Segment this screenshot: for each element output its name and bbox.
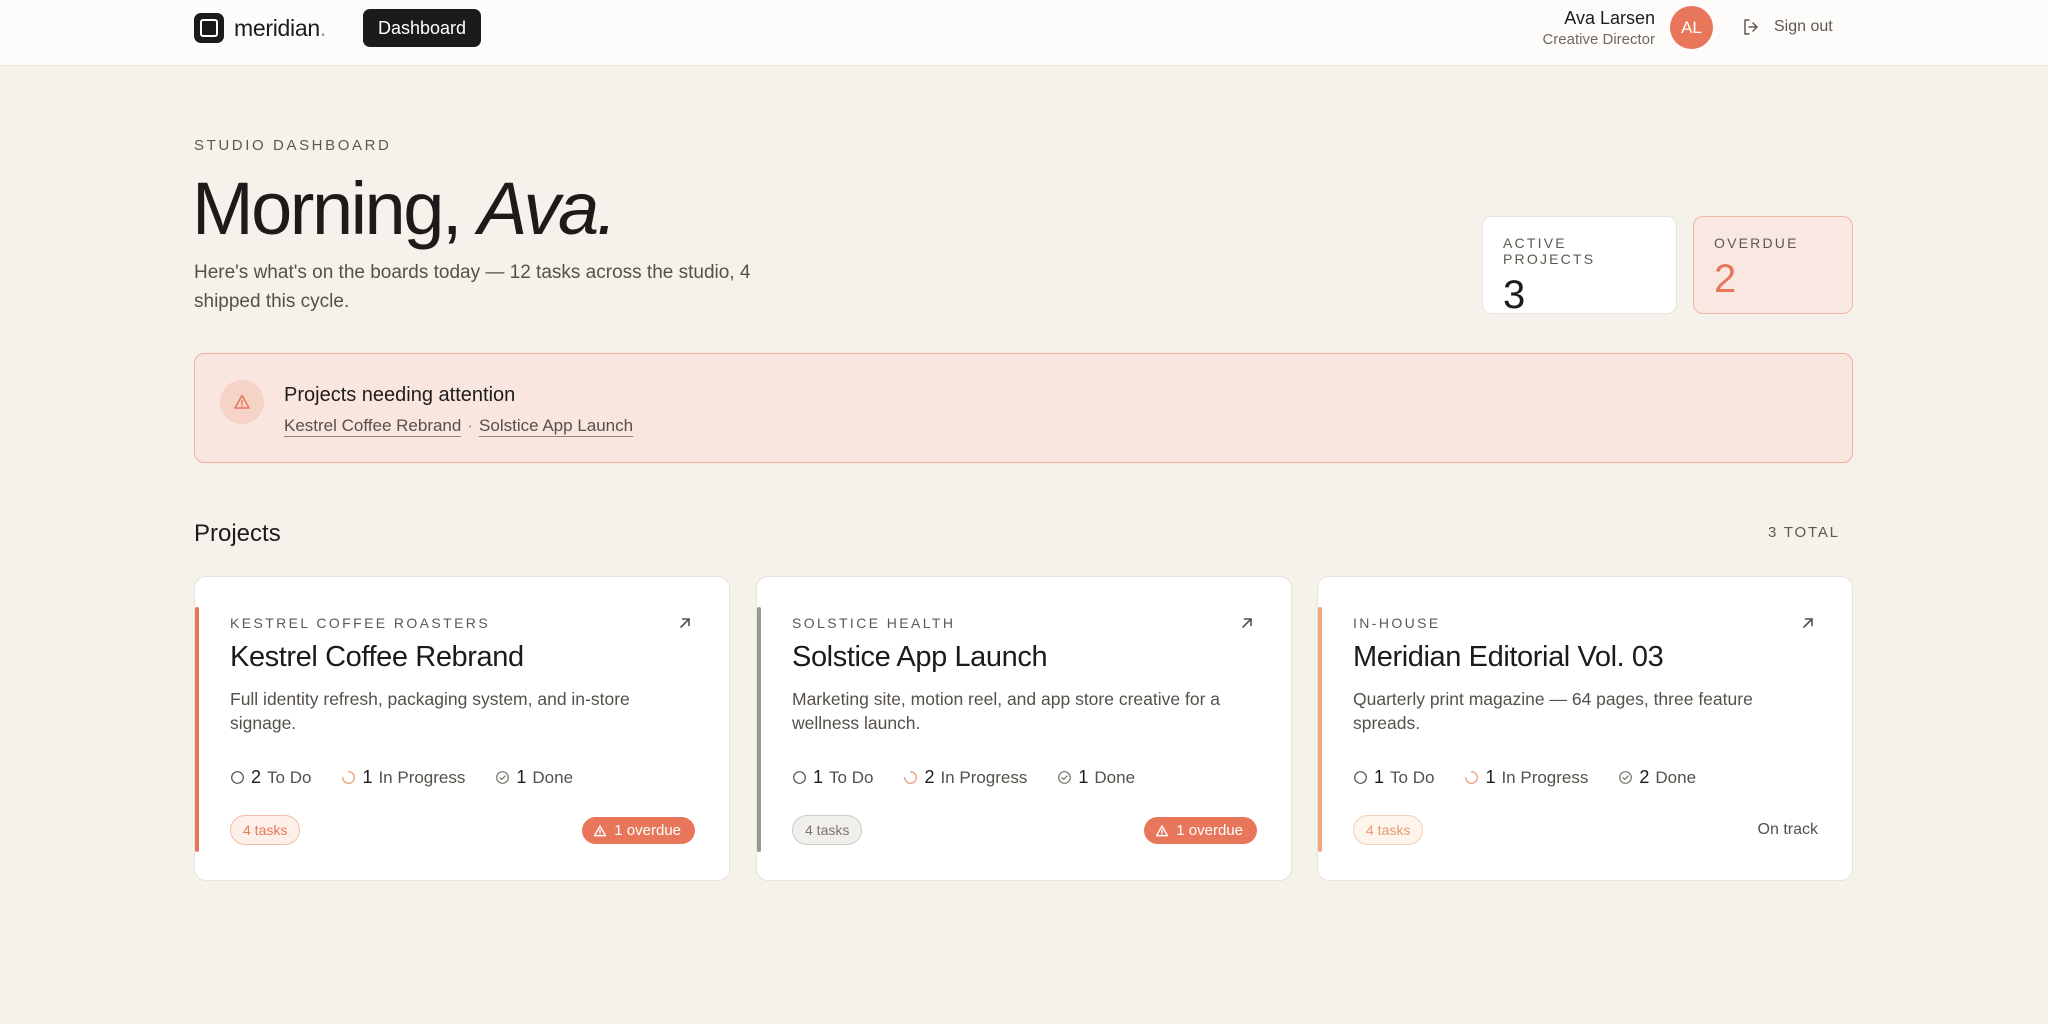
logo-text: meridian	[234, 14, 320, 41]
warning-icon	[594, 824, 607, 836]
count-done: 2 Done	[1618, 767, 1696, 788]
user-role: Creative Director	[1542, 31, 1655, 48]
arrow-up-right-icon[interactable]	[1800, 615, 1816, 631]
card-title: Solstice App Launch	[792, 641, 1048, 673]
count-todo: 1 To Do	[792, 767, 873, 788]
user-name: Ava Larsen	[1564, 8, 1655, 28]
arrow-up-right-icon[interactable]	[677, 615, 693, 631]
overdue-badge: 1 overdue	[1144, 817, 1257, 844]
project-card-meridian-editorial[interactable]: IN-HOUSE Meridian Editorial Vol. 03 Quar…	[1317, 576, 1853, 881]
logo-mark-icon	[194, 13, 224, 43]
greeting-name: Ava.	[477, 167, 617, 250]
warning-icon	[1156, 824, 1169, 836]
attention-alert: Projects needing attention Kestrel Coffe…	[194, 353, 1853, 463]
alert-link-kestrel[interactable]: Kestrel Coffee Rebrand	[284, 416, 462, 437]
warning-icon	[220, 380, 264, 424]
stat-active-projects: ACTIVE PROJECTS 3	[1482, 216, 1677, 317]
progress-icon	[1465, 771, 1479, 784]
greeting-prefix: Morning,	[192, 167, 462, 250]
nav-dashboard-button[interactable]: Dashboard	[363, 9, 482, 47]
card-accent-bar	[195, 607, 199, 852]
sign-out-button[interactable]: Sign out	[1742, 14, 1833, 40]
circle-icon	[1354, 771, 1367, 784]
stat-value: 3	[1503, 273, 1526, 317]
overdue-badge: 1 overdue	[582, 817, 695, 844]
status-on-track: On track	[1757, 821, 1818, 838]
project-card-kestrel[interactable]: KESTREL COFFEE ROASTERS Kestrel Coffee R…	[194, 576, 730, 881]
stat-label: ACTIVE PROJECTS	[1503, 235, 1596, 267]
logo-dot: .	[319, 14, 326, 41]
circle-icon	[231, 771, 244, 784]
card-description: Marketing site, motion reel, and app sto…	[792, 689, 1220, 733]
task-count-pill: 4 tasks	[792, 815, 863, 845]
count-todo: 2 To Do	[230, 767, 311, 788]
check-circle-icon	[1619, 771, 1633, 784]
avatar[interactable]: AL	[1670, 6, 1713, 49]
card-client: SOLSTICE HEALTH	[792, 615, 956, 631]
stat-label: OVERDUE	[1714, 235, 1799, 251]
task-count-pill: 4 tasks	[230, 815, 301, 845]
projects-total: 3 TOTAL	[1768, 524, 1840, 541]
sign-out-icon	[1744, 19, 1758, 35]
card-client: IN-HOUSE	[1353, 615, 1441, 631]
project-card-solstice[interactable]: SOLSTICE HEALTH Solstice App Launch Mark…	[756, 576, 1292, 881]
card-task-counts: 2 To Do 1 In Progress 1 Done	[230, 767, 603, 788]
check-circle-icon	[1058, 771, 1072, 784]
card-task-counts: 1 To Do 1 In Progress 2 Done	[1353, 767, 1726, 788]
page-summary: Here's what's on the boards today — 12 t…	[194, 262, 751, 312]
progress-icon	[342, 771, 356, 784]
sign-out-label: Sign out	[1774, 18, 1833, 35]
arrow-up-right-icon[interactable]	[1239, 615, 1255, 631]
count-in-progress: 2 In Progress	[903, 767, 1027, 788]
count-done: 1 Done	[1057, 767, 1135, 788]
card-client: KESTREL COFFEE ROASTERS	[230, 615, 491, 631]
card-description: Full identity refresh, packaging system,…	[230, 689, 630, 733]
card-accent-bar	[757, 607, 761, 852]
projects-heading: Projects	[194, 520, 281, 547]
stat-value: 2	[1714, 257, 1737, 301]
page-eyebrow: STUDIO DASHBOARD	[194, 137, 392, 154]
circle-icon	[793, 771, 806, 784]
card-title: Kestrel Coffee Rebrand	[230, 641, 524, 673]
alert-separator: ·	[467, 416, 474, 435]
alert-title: Projects needing attention	[284, 384, 516, 406]
stat-overdue: OVERDUE 2	[1693, 216, 1853, 314]
card-task-counts: 1 To Do 2 In Progress 1 Done	[792, 767, 1165, 788]
brand-logo[interactable]: meridian.	[194, 13, 326, 43]
card-title: Meridian Editorial Vol. 03	[1353, 641, 1664, 673]
alert-links: Kestrel Coffee Rebrand · Solstice App Laun…	[284, 416, 634, 437]
task-count-pill: 4 tasks	[1353, 815, 1424, 845]
card-accent-bar	[1318, 607, 1322, 852]
page-title: Morning, Ava.	[192, 166, 617, 252]
count-in-progress: 1 In Progress	[341, 767, 465, 788]
alert-link-solstice[interactable]: Solstice App Launch	[479, 416, 634, 437]
count-in-progress: 1 In Progress	[1464, 767, 1588, 788]
card-description: Quarterly print magazine — 64 pages, thr…	[1353, 689, 1753, 733]
count-todo: 1 To Do	[1353, 767, 1434, 788]
count-done: 1 Done	[495, 767, 573, 788]
check-circle-icon	[496, 771, 510, 784]
progress-icon	[904, 771, 918, 784]
user-info: Ava Larsen Creative Director	[1542, 8, 1655, 48]
top-bar: meridian. Dashboard Ava Larsen Creative …	[0, 0, 2048, 66]
